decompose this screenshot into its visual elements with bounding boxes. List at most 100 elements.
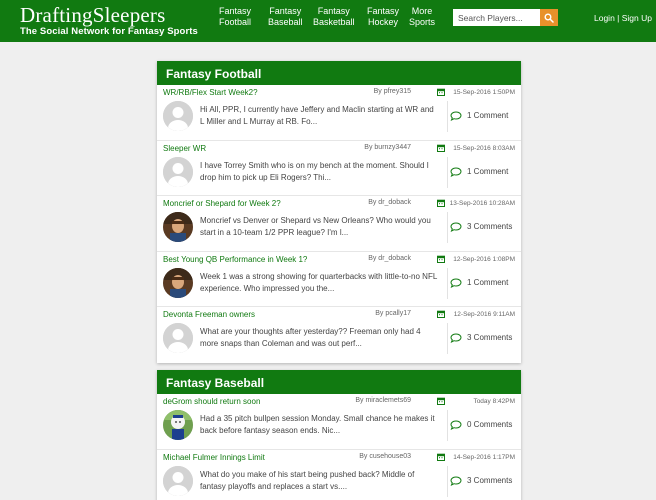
- divider: [447, 267, 448, 299]
- post-title-link[interactable]: Devonta Freeman owners: [163, 310, 255, 319]
- divider: [447, 410, 448, 441]
- post-date: 14-Sep-2016 1:17PM: [453, 453, 515, 461]
- nav-label-line2: Basketball: [313, 17, 355, 27]
- forum-post: Moncrief or Shepard for Week 2? By dr_do…: [157, 196, 521, 252]
- post-title-link[interactable]: Best Young QB Performance in Week 1?: [163, 255, 307, 264]
- forum-section-baseball: Fantasy Baseball deGrom should return so…: [157, 370, 521, 500]
- avatar[interactable]: [163, 156, 193, 187]
- nav-more-sports[interactable]: More Sports: [409, 6, 435, 28]
- comment-icon[interactable]: [450, 420, 462, 430]
- avatar[interactable]: [163, 101, 193, 131]
- divider: [447, 101, 448, 132]
- signup-link[interactable]: Sign Up: [622, 13, 652, 23]
- post-title-link[interactable]: Moncrief or Shepard for Week 2?: [163, 199, 281, 208]
- calendar-icon: [437, 397, 445, 405]
- nav-label-line1: Fantasy: [219, 6, 252, 16]
- user-placeholder-icon: [163, 156, 193, 187]
- comment-icon[interactable]: [450, 166, 462, 177]
- nav-fantasy-baseball[interactable]: Fantasy Baseball: [268, 6, 303, 28]
- nav-label-line1: Fantasy: [269, 6, 302, 16]
- nav-label-line1: More: [411, 6, 433, 16]
- forum-post: Sleeper WR By burnzy3447 15-Sep-2016 8:0…: [157, 141, 521, 196]
- avatar[interactable]: [163, 410, 193, 440]
- nav-label-line2: Baseball: [268, 17, 303, 27]
- forum-post: Devonta Freeman owners By pcally17 12-Se…: [157, 307, 521, 363]
- calendar-icon: [437, 88, 445, 96]
- post-excerpt: Hi All, PPR, I currently have Jeffery an…: [200, 105, 434, 126]
- post-title-link[interactable]: Michael Fulmer Innings Limit: [163, 453, 265, 462]
- site-logo[interactable]: DraftingSleepers: [20, 4, 165, 26]
- nav-label-line2: Sports: [409, 17, 436, 27]
- avatar[interactable]: [163, 212, 193, 242]
- comment-count[interactable]: 1 Comment: [467, 167, 508, 176]
- post-date: 12-Sep-2016 1:08PM: [453, 255, 515, 263]
- nav-fantasy-football[interactable]: Fantasy Football: [219, 6, 251, 28]
- post-date: Today 8:42PM: [473, 398, 515, 405]
- comment-count[interactable]: 3 Comments: [467, 222, 512, 231]
- post-excerpt: Had a 35 pitch bullpen session Monday. S…: [200, 414, 435, 435]
- calendar-icon: [437, 199, 445, 207]
- post-excerpt: I have Torrey Smith who is on my bench a…: [200, 160, 429, 182]
- section-title[interactable]: Fantasy Football: [157, 61, 521, 85]
- forum-post: Michael Fulmer Innings Limit By cusehous…: [157, 450, 521, 500]
- forum-post: Best Young QB Performance in Week 1? By …: [157, 252, 521, 307]
- post-author[interactable]: By pfrey315: [374, 88, 411, 95]
- post-date: 15-Sep-2016 1:50PM: [453, 89, 515, 96]
- post-author[interactable]: By cusehouse03: [359, 453, 411, 460]
- post-date: 13-Sep-2016 10:28AM: [449, 200, 515, 207]
- comment-icon[interactable]: [450, 475, 462, 486]
- post-title-link[interactable]: Sleeper WR: [163, 144, 206, 153]
- divider: [447, 323, 448, 354]
- mets-mascot-photo: [163, 410, 193, 440]
- search-input[interactable]: [453, 9, 541, 26]
- post-date: 15-Sep-2016 8:03AM: [453, 144, 515, 152]
- user-placeholder-icon: [163, 465, 193, 496]
- comment-count[interactable]: 3 Comments: [467, 476, 512, 485]
- divider: [447, 212, 448, 243]
- post-excerpt: Week 1 was a strong showing for quarterb…: [200, 271, 437, 293]
- post-title-link[interactable]: WR/RB/Flex Start Week2?: [163, 88, 258, 97]
- nav-label-line2: Hockey: [368, 17, 399, 27]
- avatar[interactable]: [163, 267, 193, 298]
- nav-label-line2: Football: [219, 17, 252, 27]
- post-author[interactable]: By burnzy3447: [364, 144, 411, 151]
- nav-fantasy-basketball[interactable]: Fantasy Basketball: [313, 6, 355, 28]
- comment-icon[interactable]: [450, 333, 462, 343]
- user-placeholder-icon: [163, 101, 193, 131]
- user-photo: [163, 212, 193, 242]
- nav-fantasy-hockey[interactable]: Fantasy Hockey: [367, 6, 399, 28]
- user-placeholder-icon: [163, 323, 193, 353]
- forum-post: deGrom should return soon By miraclemets…: [157, 394, 521, 450]
- nav-label-line1: Fantasy: [367, 6, 400, 16]
- forum-post: WR/RB/Flex Start Week2? By pfrey315 15-S…: [157, 85, 521, 141]
- post-date: 12-Sep-2016 9:11AM: [453, 311, 515, 318]
- site-tagline: The Social Network for Fantasy Sports: [20, 26, 198, 37]
- post-excerpt: Moncrief vs Denver or Shepard vs New Orl…: [200, 216, 431, 237]
- comment-count[interactable]: 1 Comment: [467, 111, 508, 120]
- comment-count[interactable]: 1 Comment: [467, 278, 508, 287]
- avatar[interactable]: [163, 323, 193, 353]
- section-title[interactable]: Fantasy Baseball: [157, 370, 521, 394]
- divider: [447, 465, 448, 497]
- post-title-link[interactable]: deGrom should return soon: [163, 397, 260, 406]
- login-link[interactable]: Login: [594, 13, 615, 23]
- comment-icon[interactable]: [450, 111, 462, 121]
- comment-icon[interactable]: [450, 222, 462, 232]
- post-author[interactable]: By pcally17: [375, 310, 411, 317]
- search-button[interactable]: [540, 9, 558, 26]
- avatar[interactable]: [163, 465, 193, 496]
- nav-label-line1: Fantasy: [317, 6, 350, 16]
- user-photo: [163, 267, 193, 298]
- post-author[interactable]: By dr_doback: [368, 255, 411, 262]
- post-author[interactable]: By miraclemets69: [355, 397, 411, 404]
- comment-icon[interactable]: [450, 277, 462, 288]
- comment-count[interactable]: 3 Comments: [467, 333, 512, 342]
- search-icon: [544, 13, 554, 23]
- comment-count[interactable]: 0 Comments: [467, 420, 512, 429]
- divider: [447, 156, 448, 188]
- post-author[interactable]: By dr_doback: [368, 199, 411, 206]
- post-excerpt: What do you make of his start being push…: [200, 469, 415, 491]
- calendar-icon: [437, 255, 445, 263]
- forum-section-football: Fantasy Football WR/RB/Flex Start Week2?…: [157, 61, 521, 363]
- calendar-icon: [437, 453, 445, 461]
